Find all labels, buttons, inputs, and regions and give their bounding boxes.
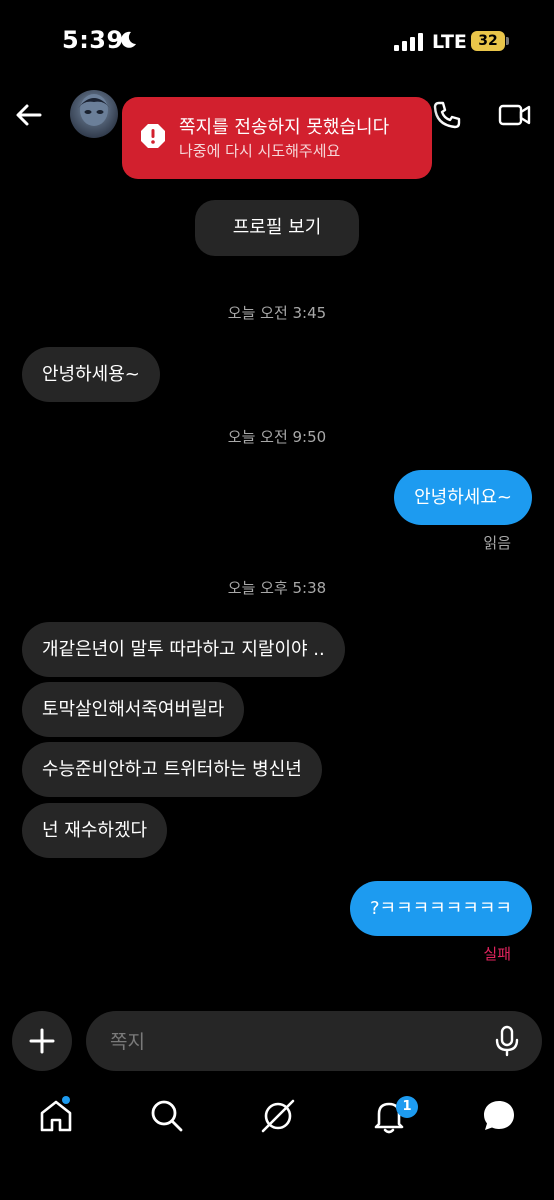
view-profile-button[interactable]: 프로필 보기 <box>195 200 359 256</box>
home-unread-dot <box>62 1096 70 1104</box>
toast-subtitle: 나중에 다시 시도해주세요 <box>179 142 341 160</box>
add-attachment-button[interactable] <box>12 1011 72 1071</box>
incoming-message[interactable]: 토막살인해서죽여버릴라 <box>22 682 245 737</box>
error-toast[interactable]: 쪽지를 전송하지 못했습니다 나중에 다시 시도해주세요 <box>122 97 432 179</box>
message-input[interactable] <box>108 1011 472 1073</box>
avatar[interactable] <box>70 90 118 138</box>
status-time: 5:39 <box>62 26 124 54</box>
microphone-icon[interactable] <box>494 1025 520 1057</box>
back-arrow-icon[interactable] <box>12 98 46 132</box>
notification-count-badge: 1 <box>396 1096 418 1118</box>
messages-icon[interactable] <box>479 1096 519 1136</box>
incoming-message[interactable]: 개같은년이 말투 따라하고 지랄이야 .. <box>22 622 345 677</box>
moon-icon <box>121 31 136 48</box>
battery-level: 32 <box>471 31 505 51</box>
incoming-message[interactable]: 수능준비안하고 트위터하는 병신년 <box>22 742 322 797</box>
phone-icon[interactable] <box>432 100 462 130</box>
message-composer <box>86 1011 542 1073</box>
signal-icon <box>394 33 423 51</box>
exclamation-icon <box>141 124 165 148</box>
incoming-message[interactable]: 안녕하세용~ <box>22 347 160 402</box>
read-receipt: 읽음 <box>483 534 511 552</box>
incoming-message[interactable]: 넌 재수하겠다 <box>22 803 168 858</box>
grok-icon[interactable] <box>258 1096 298 1136</box>
message-timestamp: 오늘 오전 3:45 <box>227 304 327 322</box>
battery-icon: 32 <box>471 31 509 51</box>
send-failed-status[interactable]: 실패 <box>483 943 511 964</box>
search-icon[interactable] <box>147 1096 187 1136</box>
toast-title: 쪽지를 전송하지 못했습니다 <box>179 117 390 138</box>
outgoing-message[interactable]: ?ㅋㅋㅋㅋㅋㅋㅋㅋ <box>349 881 532 936</box>
message-timestamp: 오늘 오후 5:38 <box>227 579 327 597</box>
plus-icon <box>29 1028 55 1054</box>
message-timestamp: 오늘 오전 9:50 <box>227 428 327 446</box>
network-label: LTE <box>432 31 467 53</box>
home-icon[interactable] <box>36 1096 76 1136</box>
outgoing-message[interactable]: 안녕하세요~ <box>394 470 532 525</box>
video-icon[interactable] <box>498 100 532 130</box>
